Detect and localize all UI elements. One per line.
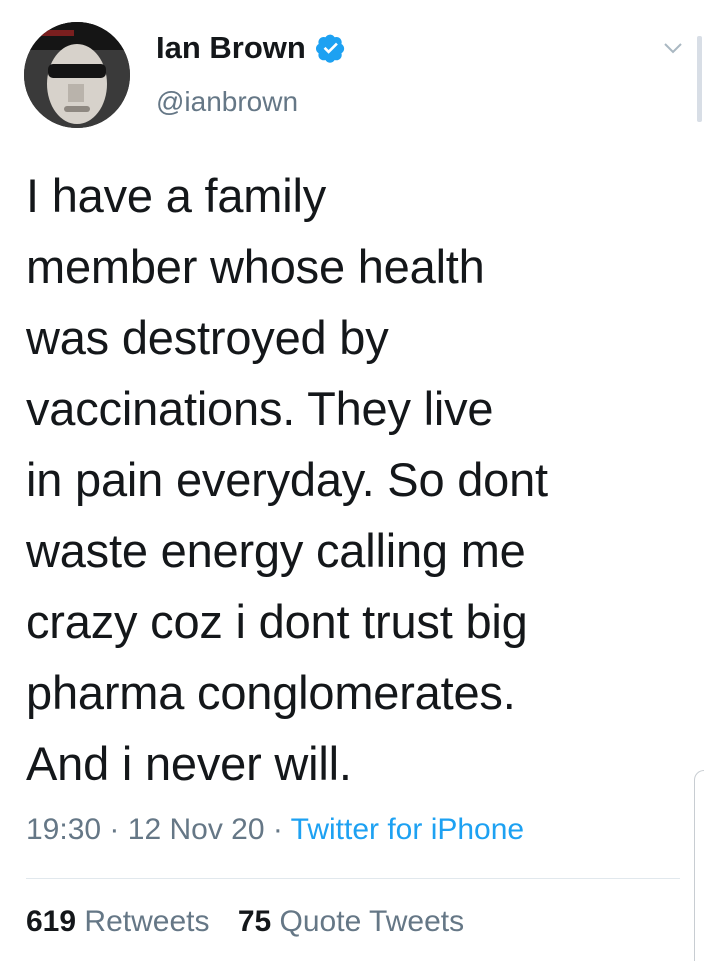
tweet-text-line: crazy coz i dont trust big — [26, 595, 528, 648]
quote-tweets-count: 75 — [237, 905, 272, 938]
tweet-text-line: vaccinations. They live — [26, 382, 494, 435]
tweet-time[interactable]: 19:30 — [26, 813, 101, 846]
author-header: Ian Brown — [156, 30, 346, 66]
tweet-text: I have a family member whose health was … — [26, 160, 666, 799]
adjacent-panel-edge — [694, 770, 704, 961]
tweet-text-line: pharma conglomerates. — [26, 666, 516, 719]
tweet-date[interactable]: 12 Nov 20 — [128, 813, 265, 846]
user-handle[interactable]: @ianbrown — [156, 86, 298, 118]
tweet-text-line: was destroyed by — [26, 311, 389, 364]
retweets-label: Retweets — [84, 905, 210, 938]
tweet-text-line: And i never will. — [26, 737, 352, 790]
tweet-text-line: member whose health — [26, 240, 485, 293]
tweet-card: Ian Brown @ianbrown I have a family memb… — [0, 0, 704, 961]
meta-separator: · — [109, 813, 120, 846]
tweet-meta: 19:30 · 12 Nov 20 · Twitter for iPhone — [26, 812, 524, 848]
quote-tweets-stat[interactable]: 75 Quote Tweets — [238, 905, 464, 938]
tweet-stats: 619 Retweets 75 Quote Tweets — [26, 904, 484, 940]
avatar[interactable] — [24, 22, 130, 128]
chevron-down-icon[interactable] — [660, 38, 686, 58]
tweet-text-line: I have a family — [26, 169, 327, 222]
retweets-count: 619 — [26, 905, 77, 938]
display-name[interactable]: Ian Brown — [156, 30, 306, 66]
verified-badge-icon — [315, 33, 346, 63]
scrollbar[interactable] — [697, 36, 702, 122]
tweet-source-link[interactable]: Twitter for iPhone — [291, 813, 524, 846]
divider — [26, 878, 680, 879]
retweets-stat[interactable]: 619 Retweets — [26, 905, 218, 938]
tweet-text-line: waste energy calling me — [26, 524, 526, 577]
meta-separator: · — [272, 813, 283, 846]
quote-tweets-label: Quote Tweets — [279, 905, 465, 938]
tweet-text-line: in pain everyday. So dont — [26, 453, 548, 506]
